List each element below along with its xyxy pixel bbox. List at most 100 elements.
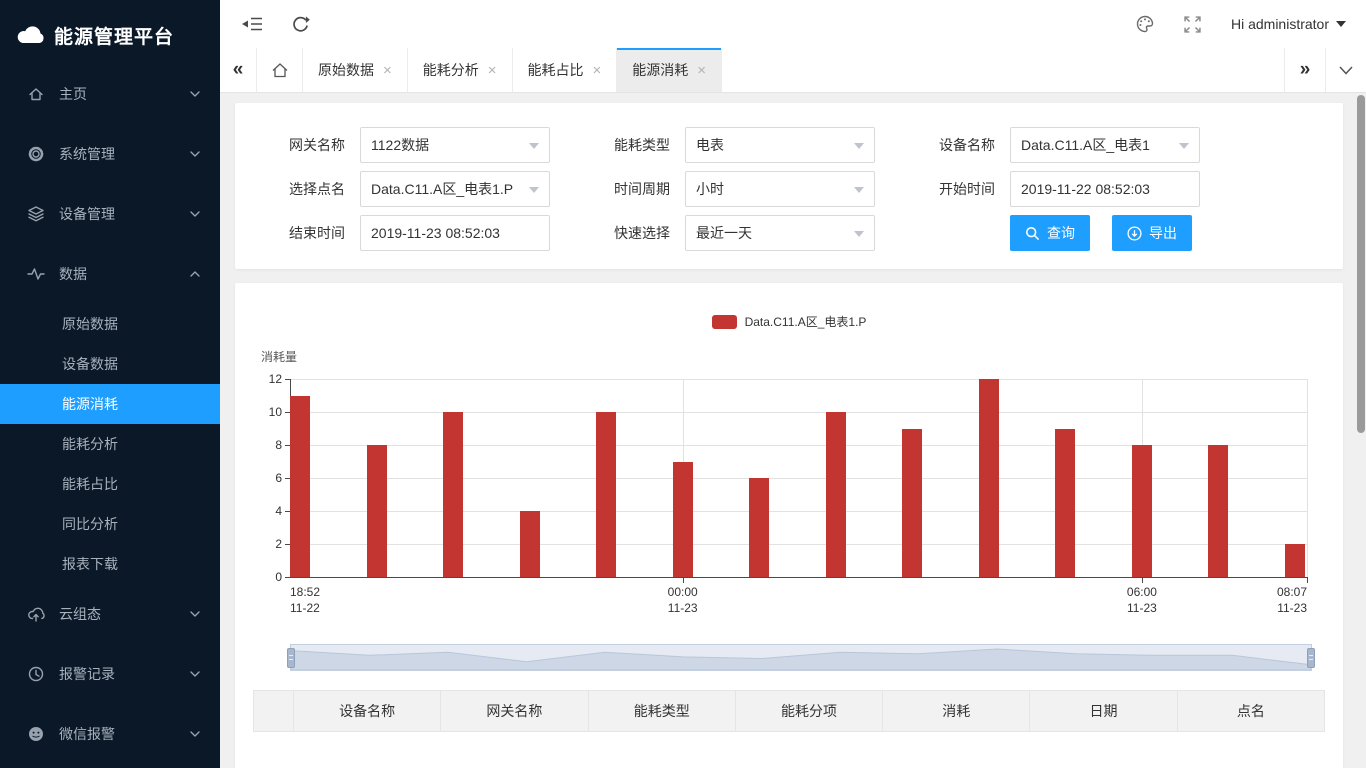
field-energy-type: 能耗类型 电表 xyxy=(580,127,905,163)
sidebar-item-device-data[interactable]: 设备数据 xyxy=(0,344,220,384)
close-icon[interactable]: × xyxy=(488,63,497,78)
chevron-down-icon xyxy=(190,211,200,217)
energy-type-select[interactable]: 电表 xyxy=(685,127,875,163)
bar xyxy=(1055,429,1075,578)
cloud-upload-icon xyxy=(26,605,46,623)
y-tick-label: 6 xyxy=(240,471,282,485)
chevron-up-icon xyxy=(190,271,200,277)
tab-energy-consumption[interactable]: 能源消耗 × xyxy=(617,48,722,92)
gateway-select[interactable]: 1122数据 xyxy=(360,127,550,163)
x-tick-label: 06:0011-23 xyxy=(1119,585,1165,616)
device-select[interactable]: Data.C11.A区_电表1 xyxy=(1010,127,1200,163)
search-icon xyxy=(1025,226,1040,241)
tab-consumption-ratio[interactable]: 能耗占比 × xyxy=(513,48,618,92)
sidebar-item-home[interactable]: 主页 xyxy=(0,64,220,124)
select-value: Data.C11.A区_电表1 xyxy=(1021,135,1150,155)
y-tick-label: 0 xyxy=(240,570,282,584)
legend-swatch xyxy=(712,315,737,329)
data-submenu: 原始数据 设备数据 能源消耗 能耗分析 能耗占比 同比分析 报表下载 xyxy=(0,304,220,584)
end-time-input[interactable] xyxy=(371,225,539,241)
column-header-index xyxy=(254,691,294,732)
close-icon[interactable]: × xyxy=(383,63,392,78)
results-table: 设备名称 网关名称 能耗类型 能耗分项 消耗 日期 点名 xyxy=(253,690,1325,732)
field-label: 时间周期 xyxy=(580,179,670,199)
datazoom-right-handle[interactable] xyxy=(1307,648,1315,668)
bar xyxy=(1285,544,1305,577)
sidebar-item-label: 微信报警 xyxy=(59,724,190,744)
sidebar-item-cloud-scada[interactable]: 云组态 xyxy=(0,584,220,644)
user-menu[interactable]: Hi administrator xyxy=(1231,16,1346,32)
tabs-menu-button[interactable] xyxy=(1325,48,1366,92)
sidebar-item-data[interactable]: 数据 xyxy=(0,244,220,304)
filter-panel: 网关名称 1122数据 能耗类型 电表 设备名称 Da xyxy=(235,103,1343,269)
field-label: 开始时间 xyxy=(905,179,995,199)
tabs-scroll-left-button[interactable]: « xyxy=(220,48,257,92)
point-select[interactable]: Data.C11.A区_电表1.P xyxy=(360,171,550,207)
sidebar-item-yoy-analysis[interactable]: 同比分析 xyxy=(0,504,220,544)
y-tick-label: 8 xyxy=(240,438,282,452)
query-button[interactable]: 查询 xyxy=(1010,215,1090,251)
field-label: 选择点名 xyxy=(255,179,345,199)
app-logo: 能源管理平台 xyxy=(0,0,220,56)
chevron-down-icon xyxy=(529,187,539,193)
column-header-energy-type: 能耗类型 xyxy=(588,691,735,732)
topbar: Hi administrator xyxy=(220,0,1366,48)
select-value: 小时 xyxy=(696,179,724,199)
tab-consumption-analysis[interactable]: 能耗分析 × xyxy=(408,48,513,92)
column-header-date: 日期 xyxy=(1030,691,1177,732)
bar xyxy=(1132,445,1152,577)
home-icon xyxy=(270,60,290,80)
chart-panel: Data.C11.A区_电表1.P 消耗量 02468101218:5211-2… xyxy=(235,283,1343,768)
tab-label: 能源消耗 xyxy=(632,60,688,80)
close-icon[interactable]: × xyxy=(593,63,602,78)
export-button[interactable]: 导出 xyxy=(1112,215,1192,251)
clock-icon xyxy=(26,665,46,683)
tick-x xyxy=(1307,578,1308,583)
button-label: 导出 xyxy=(1149,223,1177,243)
chart-legend[interactable]: Data.C11.A区_电表1.P xyxy=(235,283,1343,330)
button-label: 查询 xyxy=(1047,223,1075,243)
column-header-gateway: 网关名称 xyxy=(441,691,588,732)
sidebar-item-consumption-ratio[interactable]: 能耗占比 xyxy=(0,464,220,504)
start-time-input[interactable] xyxy=(1021,181,1189,197)
tab-label: 能耗分析 xyxy=(423,60,479,80)
y-tick-label: 2 xyxy=(240,537,282,551)
quick-select[interactable]: 最近一天 xyxy=(685,215,875,251)
x-tick-label: 08:0711-23 xyxy=(1261,585,1307,616)
field-quick-select: 快速选择 最近一天 xyxy=(580,215,905,251)
sidebar-item-alarm-log[interactable]: 报警记录 xyxy=(0,644,220,704)
sidebar-item-label: 设备管理 xyxy=(59,204,190,224)
refresh-icon[interactable] xyxy=(288,12,312,36)
sidebar-item-energy-consumption[interactable]: 能源消耗 xyxy=(0,384,220,424)
theme-palette-icon[interactable] xyxy=(1133,12,1157,36)
datazoom-left-handle[interactable] xyxy=(287,648,295,668)
sidebar-item-consumption-analysis[interactable]: 能耗分析 xyxy=(0,424,220,464)
sidebar-item-wechat-alarm[interactable]: 微信报警 xyxy=(0,704,220,764)
datazoom-slider[interactable] xyxy=(290,644,1312,671)
sidebar-item-report-download[interactable]: 报表下载 xyxy=(0,544,220,584)
home-tab[interactable] xyxy=(257,48,303,92)
time-period-select[interactable]: 小时 xyxy=(685,171,875,207)
chevron-down-icon xyxy=(1339,66,1353,75)
fullscreen-icon[interactable] xyxy=(1181,12,1205,36)
y-axis-title: 消耗量 xyxy=(261,348,1343,365)
sidebar-item-label: 数据 xyxy=(59,264,190,284)
page-scrollbar[interactable] xyxy=(1357,95,1365,433)
chevron-down-icon xyxy=(1179,143,1189,149)
bar xyxy=(596,412,616,577)
chevron-down-icon xyxy=(190,611,200,617)
tab-raw-data[interactable]: 原始数据 × xyxy=(303,48,408,92)
sidebar-item-system[interactable]: 系统管理 xyxy=(0,124,220,184)
chevron-down-icon xyxy=(190,91,200,97)
sidebar-item-device[interactable]: 设备管理 xyxy=(0,184,220,244)
chevron-down-icon xyxy=(190,151,200,157)
sidebar-item-raw-data[interactable]: 原始数据 xyxy=(0,304,220,344)
menu-fold-icon[interactable] xyxy=(240,12,264,36)
field-gateway-name: 网关名称 1122数据 xyxy=(255,127,580,163)
tabs-scroll-right-button[interactable]: » xyxy=(1284,48,1325,92)
grid-v xyxy=(1307,379,1308,577)
home-icon xyxy=(26,85,46,103)
wechat-icon xyxy=(26,725,46,743)
tab-label: 原始数据 xyxy=(318,60,374,80)
close-icon[interactable]: × xyxy=(697,63,706,78)
